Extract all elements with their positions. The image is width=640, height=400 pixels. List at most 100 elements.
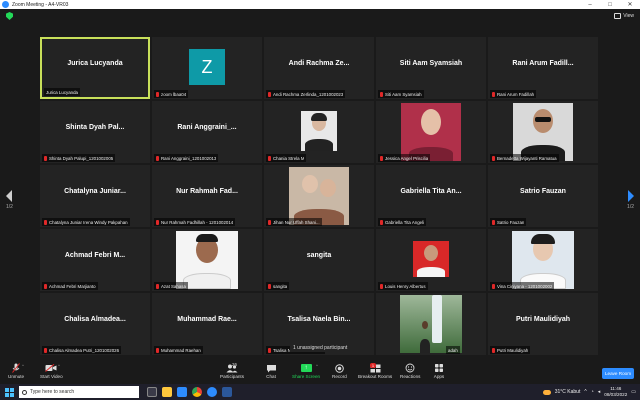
view-button[interactable]: View [614,13,634,19]
participant-tile[interactable]: Shinta Dyah Pal... Shinta Dyah Palupi_12… [40,101,150,163]
participant-tile[interactable]: Nur Rahmah Fad... Nur Rahmah Fadhillah -… [152,165,262,227]
participant-name: Gabriella Tita Angeli [385,219,425,225]
participant-tile[interactable]: adah [376,293,486,355]
participant-name-large: Shinta Dyah Pal... [65,123,125,131]
participant-label: Siti Aam Syamsiah [378,90,424,98]
page-indicator-left: 1/2 [6,204,13,210]
participant-label: Shinta Dyah Palupi_1201002005 [42,154,116,162]
participant-label: Jessica Angel Priscilia [378,154,431,162]
participant-name: Louis Henry Albertus [385,283,426,289]
view-label: View [623,13,634,19]
participant-tile[interactable]: Bernadetta Wijayanti Ramatua [488,101,598,163]
minimize-button[interactable]: – [580,0,600,9]
audio-options-caret-icon[interactable]: ^ [22,363,24,368]
participant-tile[interactable]: Chatalyna Juniar... Chatalyna Juniar Ire… [40,165,150,227]
muted-mic-icon [380,155,383,161]
profile-photo [512,231,574,289]
participant-tile[interactable]: Jihan Nur Uffah Shani... [264,165,374,227]
edge-browser-icon[interactable] [177,387,187,397]
search-icon [22,389,27,395]
maximize-button[interactable]: □ [600,0,620,9]
participant-label: Achmad Febri Marjianto [42,282,98,290]
windows-start-icon[interactable] [5,387,14,397]
participant-tile[interactable]: Andi Rachma Ze... Andi Rachma Zerlinda_1… [264,37,374,99]
muted-mic-icon [44,347,47,353]
participant-tile[interactable]: Rani Arum Fadill... Rani Arum Fadillah [488,37,598,99]
record-button[interactable]: Record [332,363,347,379]
video-options-caret-icon[interactable]: ^ [58,363,60,368]
participant-tile[interactable]: Putri Maulidiyah Putri Maulidiyah [488,293,598,355]
participant-name-large: sangita [306,251,332,259]
participant-tile[interactable]: Chalisa Almadea... Chalisa Almadea Putri… [40,293,150,355]
participant-name: Chania Strela M [273,155,305,161]
unassigned-participant-notice: 1 unassigned participant [290,344,351,352]
zoom-taskbar-icon[interactable] [207,387,217,397]
task-view-icon[interactable] [147,387,157,397]
share-screen-label: Share Screen [292,374,321,379]
participant-name: Jihan Nur Uffah Shani... [273,219,320,225]
muted-microphone-icon [10,363,22,373]
photo-hair [196,234,218,242]
participant-tile[interactable]: Vina Ciniyana - 1201002002 [488,229,598,291]
system-tray: 31°C Kabut ^ ◔ ◂ 11:46 08/03/2022 ▭ [542,386,636,398]
taskbar-search-box[interactable]: Type here to search [19,386,139,398]
participant-tile[interactable]: Muhammad Rae... Muhammad Raehan [152,293,262,355]
notifications-icon[interactable]: ▭ [631,389,636,395]
participant-tile[interactable]: Jessica Angel Priscilia [376,101,486,163]
muted-mic-icon [156,347,159,353]
chat-button[interactable]: Chat [265,363,277,379]
close-button[interactable]: ✕ [620,0,640,9]
participant-name-large: Rani Arum Fadill... [512,59,574,67]
participant-tile[interactable]: Gabriella Tita An... Gabriella Tita Ange… [376,165,486,227]
volume-icon[interactable]: ◂ [598,389,601,395]
muted-mic-icon [492,219,495,225]
profile-photo [301,111,337,151]
participant-tile[interactable]: Achmad Febri M... Achmad Febri Marjianto [40,229,150,291]
reactions-button[interactable]: Reactions [400,363,420,379]
taskbar-clock[interactable]: 11:46 08/03/2022 [604,386,627,398]
participant-label: Andi Rachma Zerlinda_1201002023 [266,90,346,98]
window-title: Zoom Meeting - A4-VR03 [12,1,69,8]
participant-label: zoom lbaa04 [154,90,189,98]
participant-name: Chalisa Almadea Putri_1201002026 [49,347,120,353]
participant-tile[interactable]: Siti Aam Syamsiah Siti Aam Syamsiah [376,37,486,99]
file-explorer-icon[interactable] [162,387,172,397]
muted-mic-icon [156,91,159,97]
share-options-caret-icon[interactable]: ^ [316,363,318,368]
previous-page-arrow-icon[interactable] [6,190,12,202]
security-shield-icon[interactable] [6,12,13,20]
participant-tile[interactable]: Chania Strela M [264,101,374,163]
profile-photo [401,103,461,161]
muted-mic-icon [156,219,159,225]
muted-mic-icon [44,283,47,289]
participant-tile[interactable]: Z zoom lbaa04 [152,37,262,99]
participant-label: Putri Maulidiyah [490,346,531,354]
muted-mic-icon [44,155,47,161]
muted-mic-icon [380,283,383,289]
profile-photo [513,103,573,161]
photo-body [305,139,333,151]
participant-name-large: Rani Anggraini_... [177,123,237,131]
chat-label: Chat [266,374,276,379]
page-indicator-right: 1/2 [627,204,634,210]
apps-button[interactable]: Apps [433,363,445,379]
participant-tile[interactable]: sangita sangita [264,229,374,291]
next-page-arrow-icon[interactable] [628,190,634,202]
participant-tile[interactable]: Satrio Fauzan Satrio Fauzan [488,165,598,227]
breakout-rooms-button[interactable]: 1 Breakout Rooms [358,363,392,379]
participants-button[interactable]: 26 Participants [220,362,244,379]
participant-tile[interactable]: Azat Sahasa [152,229,262,291]
leave-room-button[interactable]: Leave Room [602,368,634,379]
participant-tile[interactable]: Jurica Lucyanda Jurica Lucyanda [40,37,150,99]
photo-waterfall [432,295,443,343]
profile-photo [400,295,462,353]
chrome-icon[interactable] [192,387,202,397]
participant-tile[interactable]: Rani Anggraini_... Rani Anggraini_120100… [152,101,262,163]
word-icon[interactable] [222,387,232,397]
participant-name-large: Chalisa Almadea... [64,315,126,323]
tray-chevron-icon[interactable]: ^ [584,389,586,395]
network-icon[interactable]: ◔ [591,389,594,395]
muted-mic-icon [492,155,495,161]
participant-tile[interactable]: Louis Henry Albertus [376,229,486,291]
participant-name-large: Achmad Febri M... [64,251,126,259]
